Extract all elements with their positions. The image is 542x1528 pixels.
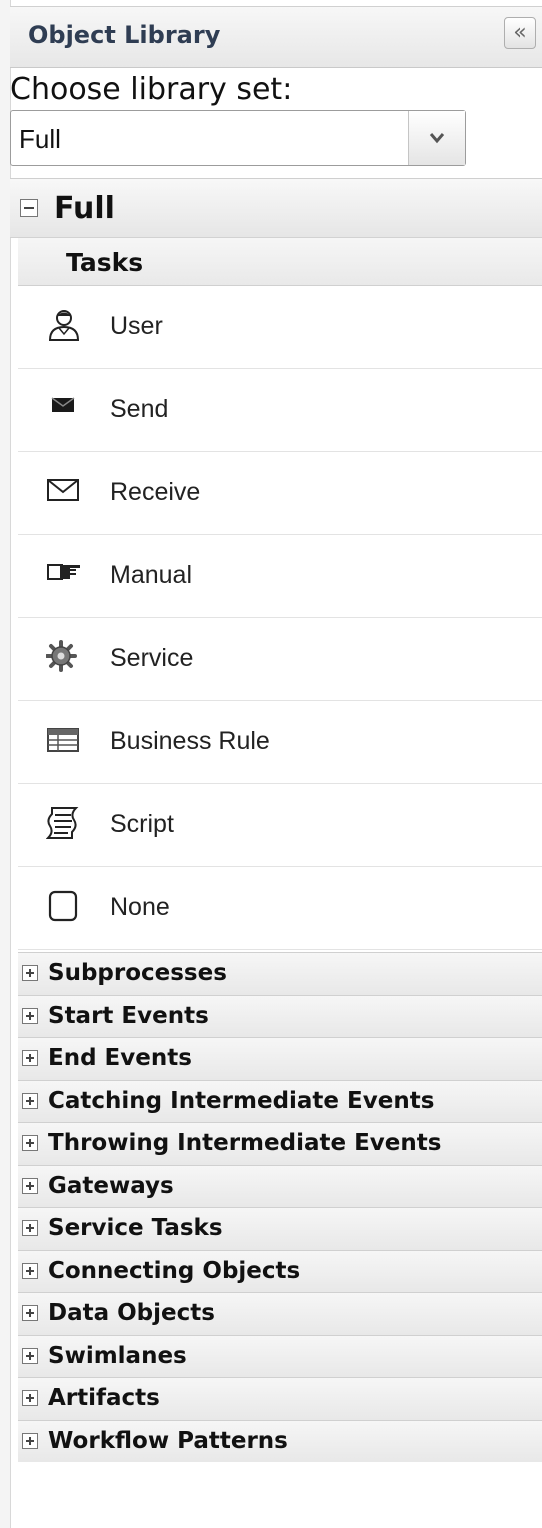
library-set-label: Choose library set:	[10, 72, 293, 107]
group-title: Full	[54, 191, 115, 226]
expand-toggle-icon[interactable]	[22, 1262, 38, 1279]
section-data-objects[interactable]: Data Objects	[18, 1292, 542, 1335]
user-icon	[48, 310, 80, 341]
library-item-service[interactable]: Service	[18, 618, 542, 701]
expand-toggle-icon[interactable]	[22, 1432, 38, 1449]
group-header-full[interactable]: Full	[10, 178, 542, 238]
item-label: Receive	[110, 478, 201, 506]
collapse-panel-button[interactable]: «	[504, 17, 536, 49]
expand-toggle-icon[interactable]	[22, 1305, 38, 1321]
panel-header: Object Library «	[10, 6, 542, 68]
expand-toggle-icon[interactable]	[22, 1177, 38, 1194]
section-start-events[interactable]: Start Events	[18, 994, 542, 1037]
expand-toggle-icon[interactable]	[22, 1092, 38, 1109]
item-label: Service	[110, 644, 194, 672]
section-service-tasks[interactable]: Service Tasks	[18, 1207, 542, 1250]
section-label: Start Events	[48, 1002, 209, 1029]
object-library-panel: Object Library « Choose library set: Ful…	[10, 0, 542, 1528]
section-label: Connecting Objects	[48, 1257, 301, 1284]
section-label: Service Tasks	[48, 1215, 223, 1241]
item-label: Script	[110, 810, 174, 838]
double-chevron-left-icon: «	[513, 20, 527, 45]
section-swimlanes[interactable]: Swimlanes	[18, 1334, 542, 1377]
collapsed-sections-list: Subprocesses Start Events End Events Cat…	[18, 952, 542, 1462]
library-item-business-rule[interactable]: Business Rule	[18, 701, 542, 784]
section-label: Throwing Intermediate Events	[48, 1130, 442, 1156]
library-item-send[interactable]: Send	[18, 369, 542, 452]
expand-toggle-icon[interactable]	[22, 1007, 38, 1024]
section-throwing-intermediate-events[interactable]: Throwing Intermediate Events	[18, 1122, 542, 1165]
item-label: Send	[110, 395, 169, 423]
section-connecting-objects[interactable]: Connecting Objects	[18, 1249, 542, 1292]
library-item-script[interactable]: Script	[18, 784, 542, 867]
section-gateways[interactable]: Gateways	[18, 1164, 542, 1207]
section-label: Workflow Patterns	[48, 1427, 288, 1454]
library-set-value: Full	[19, 124, 61, 154]
panel-title: Object Library	[28, 21, 221, 49]
section-label: Gateways	[48, 1172, 174, 1199]
section-workflow-patterns[interactable]: Workflow Patterns	[18, 1419, 542, 1462]
expand-toggle-icon[interactable]	[22, 1390, 38, 1406]
library-item-none[interactable]: None	[18, 867, 542, 950]
receive-envelope-icon	[47, 479, 79, 501]
library-item-receive[interactable]: Receive	[18, 452, 542, 535]
subgroup-header-tasks: Tasks	[18, 238, 542, 286]
section-label: Subprocesses	[48, 960, 227, 986]
task-items-list: User Send Receive Manual Service Busines…	[18, 286, 542, 950]
item-label: Manual	[110, 561, 192, 589]
expand-toggle-icon[interactable]	[22, 1135, 38, 1151]
item-label: User	[110, 312, 163, 340]
subgroup-title: Tasks	[66, 248, 144, 277]
manual-hand-icon	[47, 564, 80, 580]
library-item-manual[interactable]: Manual	[18, 535, 542, 618]
section-end-events[interactable]: End Events	[18, 1037, 542, 1080]
section-label: Swimlanes	[48, 1342, 187, 1369]
library-set-select[interactable]: Full	[10, 110, 466, 166]
expand-toggle-icon[interactable]	[22, 1347, 38, 1364]
section-artifacts[interactable]: Artifacts	[18, 1377, 542, 1420]
expand-toggle-icon[interactable]	[22, 965, 38, 981]
item-label: None	[110, 893, 170, 921]
chevron-down-icon	[429, 133, 445, 144]
section-label: Catching Intermediate Events	[48, 1087, 435, 1114]
script-icon	[46, 807, 79, 839]
section-subprocesses[interactable]: Subprocesses	[18, 952, 542, 995]
table-icon	[47, 728, 79, 752]
expand-toggle-icon[interactable]	[22, 1050, 38, 1066]
empty-task-icon	[48, 890, 78, 922]
section-label: Artifacts	[48, 1385, 160, 1411]
gear-icon	[46, 640, 77, 672]
item-label: Business Rule	[110, 727, 270, 755]
expand-toggle-icon[interactable]	[22, 1220, 38, 1236]
collapse-toggle-icon[interactable]	[20, 199, 38, 217]
section-label: End Events	[48, 1045, 192, 1071]
send-envelope-icon	[51, 397, 75, 412]
dropdown-arrow[interactable]	[408, 111, 465, 165]
library-item-user[interactable]: User	[18, 286, 542, 369]
section-catching-intermediate-events[interactable]: Catching Intermediate Events	[18, 1079, 542, 1122]
section-label: Data Objects	[48, 1300, 215, 1326]
